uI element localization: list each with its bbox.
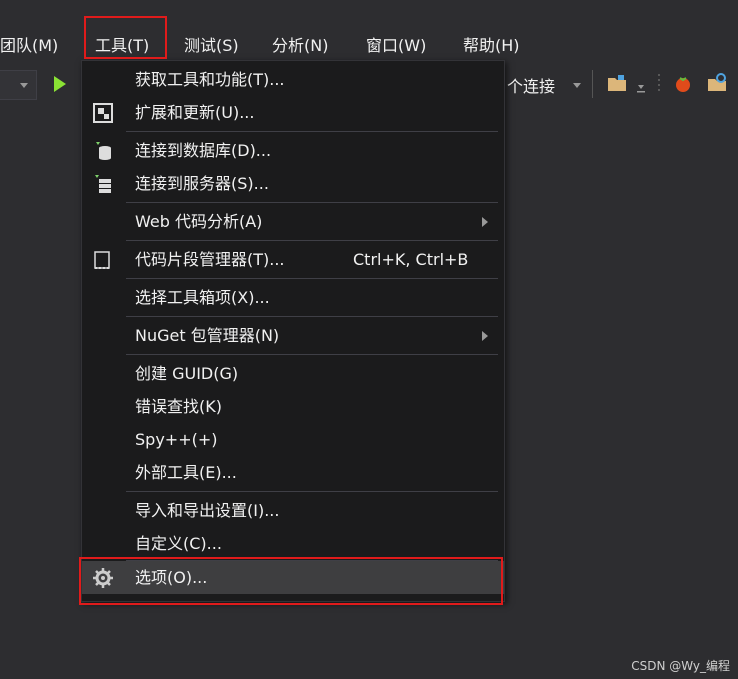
menu-test[interactable]: 测试(S)	[184, 30, 239, 62]
menu-item-snippet-manager[interactable]: 代码片段管理器(T)... Ctrl+K, Ctrl+B	[82, 243, 504, 276]
toolbar-separator	[592, 70, 593, 98]
tools-menu: 获取工具和功能(T)... 扩展和更新(U)... 连接到数据库(D)... 连…	[81, 60, 505, 602]
menu-item-label: 代码片段管理器(T)...	[135, 250, 285, 269]
menu-window[interactable]: 窗口(W)	[366, 30, 426, 62]
highlight-box-tools-menu	[84, 16, 167, 59]
menu-item-nuget[interactable]: NuGet 包管理器(N)	[82, 319, 504, 352]
menu-item-label: Spy++(+)	[135, 430, 218, 449]
menu-item-create-guid[interactable]: 创建 GUID(G)	[82, 357, 504, 390]
menu-item-label: 外部工具(E)...	[135, 463, 237, 482]
menu-separator	[126, 131, 498, 132]
menu-item-external-tools[interactable]: 外部工具(E)...	[82, 456, 504, 489]
refresh-folder-icon[interactable]	[706, 72, 728, 94]
chevron-down-icon	[20, 83, 28, 88]
connection-label: 个连接	[507, 77, 556, 96]
menu-item-label: Web 代码分析(A)	[135, 212, 263, 231]
chevron-down-icon[interactable]	[573, 83, 581, 88]
menu-item-label: 创建 GUID(G)	[135, 364, 239, 383]
menu-item-label: 导入和导出设置(I)...	[135, 501, 280, 520]
menu-item-label: 自定义(C)...	[135, 534, 222, 553]
menu-item-extensions[interactable]: 扩展和更新(U)...	[82, 96, 504, 129]
menu-separator	[126, 491, 498, 492]
tomato-icon[interactable]	[672, 72, 694, 94]
menu-separator	[126, 278, 498, 279]
menu-item-label: 错误查找(K)	[135, 397, 222, 416]
menu-item-label: 连接到数据库(D)...	[135, 141, 272, 160]
menu-item-spy[interactable]: Spy++(+)	[82, 423, 504, 456]
menu-item-label: 扩展和更新(U)...	[135, 103, 255, 122]
menu-item-label: NuGet 包管理器(N)	[135, 326, 280, 345]
menu-item-error-lookup[interactable]: 错误查找(K)	[82, 390, 504, 423]
extensions-icon	[93, 103, 113, 123]
submenu-arrow-icon	[482, 331, 488, 341]
highlight-box-options	[79, 557, 503, 605]
menu-item-web-code-analysis[interactable]: Web 代码分析(A)	[82, 205, 504, 238]
menu-help[interactable]: 帮助(H)	[463, 30, 520, 62]
menu-item-label: 连接到服务器(S)...	[135, 174, 269, 193]
menu-team[interactable]: 团队(M)	[0, 30, 58, 62]
menu-item-connect-database[interactable]: 连接到数据库(D)...	[82, 134, 504, 167]
menu-item-import-export-settings[interactable]: 导入和导出设置(I)...	[82, 494, 504, 527]
server-icon	[95, 175, 111, 193]
menu-item-get-tools[interactable]: 获取工具和功能(T)...	[82, 63, 504, 96]
menu-item-shortcut: Ctrl+K, Ctrl+B	[353, 250, 469, 269]
menu-item-customize[interactable]: 自定义(C)...	[82, 527, 504, 560]
menu-item-choose-toolbox[interactable]: 选择工具箱项(X)...	[82, 281, 504, 314]
menu-separator	[126, 202, 498, 203]
config-dropdown[interactable]	[0, 70, 37, 100]
menu-separator	[126, 240, 498, 241]
folder-icon[interactable]	[606, 72, 628, 94]
menu-separator	[126, 354, 498, 355]
snippet-icon	[94, 251, 110, 269]
menu-item-label: 选择工具箱项(X)...	[135, 288, 270, 307]
database-icon	[96, 142, 111, 160]
menu-item-connect-server[interactable]: 连接到服务器(S)...	[82, 167, 504, 200]
toolbar-grip-icon	[658, 74, 660, 91]
submenu-arrow-icon	[482, 217, 488, 227]
chevron-down-icon[interactable]	[636, 80, 646, 94]
menu-separator	[126, 316, 498, 317]
menu-item-label: 获取工具和功能(T)...	[135, 70, 285, 89]
watermark: CSDN @Wy_编程	[631, 659, 730, 673]
menu-analyze[interactable]: 分析(N)	[272, 30, 328, 62]
start-debug-icon[interactable]	[54, 76, 66, 92]
